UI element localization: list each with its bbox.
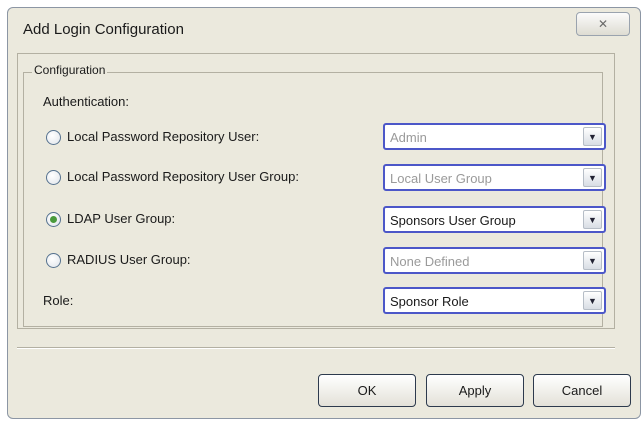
- chevron-down-icon[interactable]: ▼: [583, 210, 602, 229]
- local-password-repository-user-group-value: Local User Group: [390, 171, 492, 186]
- ldap-user-group-value: Sponsors User Group: [390, 213, 516, 228]
- radius-user-group-value: None Defined: [390, 254, 470, 269]
- title-bar: Add Login Configuration ✕: [8, 8, 640, 52]
- local-password-repository-user-select: Admin ▼: [383, 123, 606, 150]
- radio-radius-user-group[interactable]: [46, 253, 61, 268]
- close-icon: ✕: [597, 17, 609, 31]
- local-password-repository-user-group-label: Local Password Repository User Group:: [67, 169, 299, 184]
- local-password-repository-user-group-select: Local User Group ▼: [383, 164, 606, 191]
- radius-user-group-select: None Defined ▼: [383, 247, 606, 274]
- radio-local-password-repository-user[interactable]: [46, 130, 61, 145]
- chevron-down-icon: ▼: [583, 251, 602, 270]
- chevron-down-icon[interactable]: ▼: [583, 291, 602, 310]
- role-label: Role:: [43, 293, 74, 308]
- role-select[interactable]: Sponsor Role ▼: [383, 287, 606, 314]
- separator: [17, 347, 615, 349]
- dialog-title: Add Login Configuration: [23, 21, 184, 38]
- ldap-user-group-select[interactable]: Sponsors User Group ▼: [383, 206, 606, 233]
- radio-ldap-user-group[interactable]: [46, 212, 61, 227]
- radius-user-group-label: RADIUS User Group:: [67, 252, 191, 267]
- chevron-down-icon: ▼: [583, 127, 602, 146]
- chevron-down-icon: ▼: [583, 168, 602, 187]
- radio-local-password-repository-user-group[interactable]: [46, 170, 61, 185]
- local-password-repository-user-value: Admin: [390, 130, 427, 145]
- role-value: Sponsor Role: [390, 294, 469, 309]
- authentication-label: Authentication:: [43, 94, 130, 109]
- apply-button[interactable]: Apply: [426, 374, 524, 407]
- close-button[interactable]: ✕: [576, 12, 630, 36]
- configuration-legend: Configuration: [32, 63, 108, 77]
- local-password-repository-user-label: Local Password Repository User:: [67, 129, 260, 144]
- ok-button[interactable]: OK: [318, 374, 416, 407]
- cancel-button[interactable]: Cancel: [533, 374, 631, 407]
- ldap-user-group-label: LDAP User Group:: [67, 211, 176, 226]
